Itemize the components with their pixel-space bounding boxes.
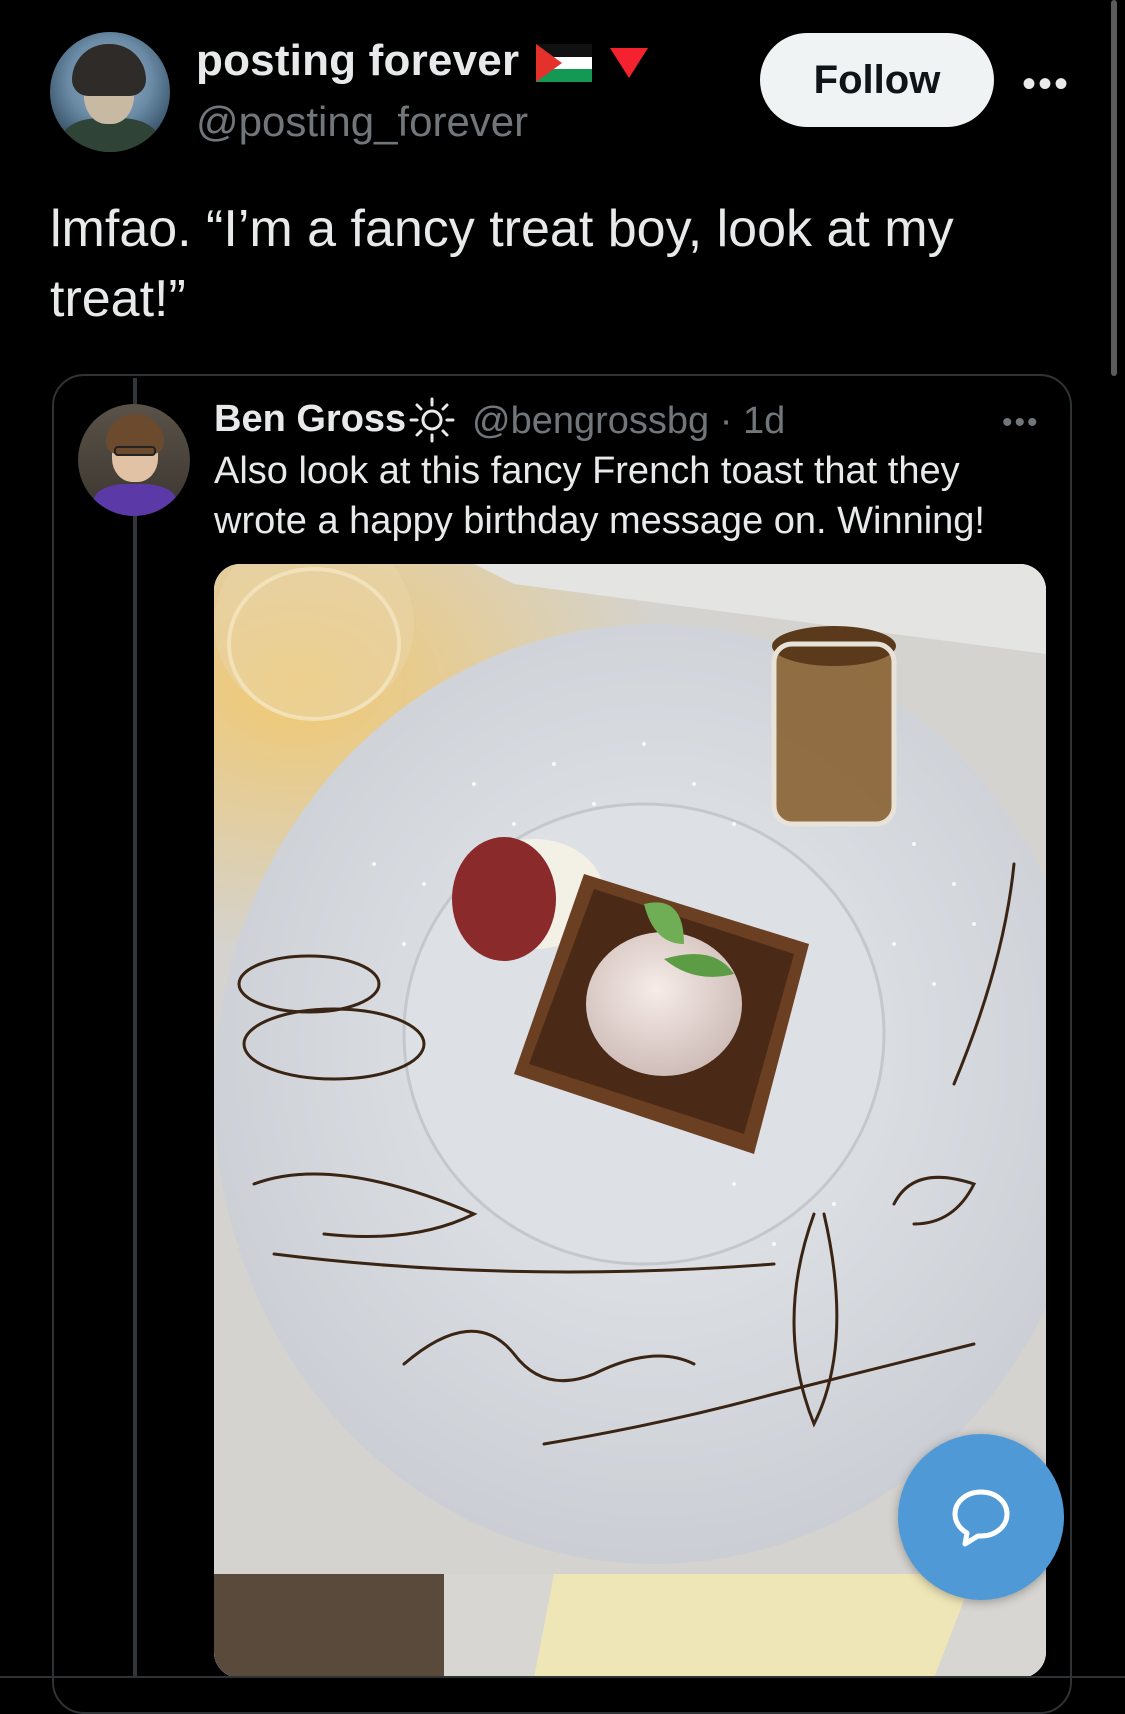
author-avatar[interactable] — [50, 32, 170, 152]
follow-button[interactable]: Follow — [760, 33, 994, 127]
quoted-author-name[interactable]: Ben Gross — [214, 398, 406, 441]
compose-reply-icon — [952, 1489, 1010, 1547]
palestine-flag-icon — [536, 44, 592, 82]
thread-line — [133, 378, 137, 1678]
quoted-tweet-text: Also look at this fancy French toast tha… — [214, 450, 985, 542]
scrollbar[interactable] — [1111, 0, 1117, 376]
tweet-text: lmfao. “I’m a fancy treat boy, look at m… — [50, 200, 954, 328]
quoted-author-handle[interactable]: @bengrossbg — [472, 400, 709, 442]
more-options-icon[interactable]: ••• — [1022, 62, 1070, 107]
author-display-name[interactable]: posting forever — [196, 36, 519, 86]
red-triangle-icon — [610, 48, 648, 78]
quoted-more-options-icon[interactable]: ••• — [1002, 406, 1040, 440]
sun-emoji-icon — [409, 397, 455, 443]
quoted-author-avatar[interactable] — [78, 404, 190, 516]
quoted-timestamp: · 1d — [719, 400, 786, 442]
quoted-author-handle-and-time[interactable]: @bengrossbg · 1d — [472, 400, 785, 443]
compose-reply-button[interactable] — [898, 1434, 1064, 1600]
author-handle[interactable]: @posting_forever — [196, 98, 528, 146]
